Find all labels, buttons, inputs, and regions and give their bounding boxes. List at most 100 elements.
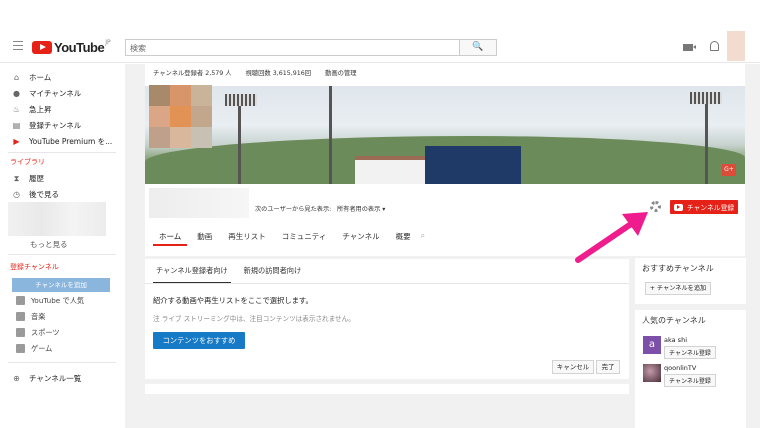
sidebar-item-trending[interactable]: ♨ 急上昇	[12, 102, 52, 116]
sidebar-item-channel-list[interactable]: ⊕ チャンネル一覧	[12, 371, 81, 385]
tab-channels[interactable]: チャンネル	[336, 230, 385, 246]
tab-videos[interactable]: 動画	[191, 230, 218, 246]
next-section-panel	[145, 384, 629, 394]
channel-search-icon[interactable]: ⌕	[421, 230, 431, 240]
banner-scoreboard	[425, 146, 521, 184]
sidebar-item-my-channel[interactable]: ● マイチャンネル	[12, 86, 81, 100]
tab-home[interactable]: ホーム	[153, 230, 188, 246]
gaming-icon	[16, 344, 25, 353]
avatar-tile	[170, 127, 191, 148]
banner-light-pole	[238, 96, 241, 184]
subscribe-label: チャンネル登録	[686, 204, 735, 212]
sidebar-item-watch-later[interactable]: ◷ 後で見る	[12, 187, 59, 201]
clock-icon: ◷	[13, 189, 20, 199]
sidebar-sub-popular[interactable]: YouTube で人気	[16, 294, 84, 307]
sidebar-item-history[interactable]: ⧗ 履歴	[12, 171, 44, 185]
avatar-tile	[170, 85, 191, 106]
manage-videos-link[interactable]: 動画の管理	[325, 68, 356, 77]
premium-icon: ▶	[13, 136, 20, 146]
add-circle-icon: ⊕	[13, 373, 20, 383]
done-button[interactable]: 完了	[596, 360, 620, 374]
notifications-bell-icon[interactable]	[710, 41, 719, 51]
subscriber-count: チャンネル登録者 2,579 人	[153, 70, 232, 77]
sidebar-item-label: 音楽	[31, 311, 46, 321]
upload-video-icon[interactable]	[683, 44, 696, 51]
search-button[interactable]: 🔍	[459, 39, 497, 56]
subscribe-button[interactable]: チャンネル登録	[670, 200, 738, 214]
banner-stadium-light	[690, 92, 722, 104]
popular-channel-name: qoonlinTV	[664, 364, 697, 372]
show-more-link[interactable]: もっと見る	[30, 239, 68, 250]
tab-returning-subscribers[interactable]: チャンネル登録者向け	[153, 266, 231, 284]
home-icon: ⌂	[13, 72, 20, 82]
channel-avatar	[643, 364, 661, 382]
popular-channel-item[interactable]: a aka shi チャンネル登録	[643, 336, 716, 359]
youtube-logo[interactable]: YouTube JP	[32, 38, 111, 55]
sidebar-item-home[interactable]: ⌂ ホーム	[12, 70, 51, 84]
sidebar-item-premium[interactable]: ▶ YouTube Premium を...	[12, 134, 112, 148]
popular-title: 人気のチャンネル	[642, 316, 706, 325]
sports-icon	[16, 328, 25, 337]
audience-tabs: チャンネル登録者向け 新規の訪問者向け	[153, 266, 314, 284]
tab-community[interactable]: コミュニティ	[276, 230, 333, 246]
add-recommended-channel-button[interactable]: + チャンネルを追加	[645, 282, 711, 295]
popular-icon	[16, 296, 25, 305]
sidebar-item-label: 後で見る	[29, 189, 59, 199]
sidebar-item-label: ゲーム	[31, 343, 53, 353]
banner-building	[355, 156, 425, 184]
channel-avatar[interactable]	[149, 85, 212, 148]
music-icon	[16, 312, 25, 321]
viewer-label: 次のユーザーから見た表示:	[255, 206, 332, 213]
avatar-tile	[149, 127, 170, 148]
browser-viewport: YouTube JP 検索 🔍 ⌂ ホーム ● マイチャンネル ♨ 急上昇 ▤ …	[0, 0, 760, 428]
banner-stadium-light	[225, 94, 257, 106]
channel-tabs: ホーム 動画 再生リスト コミュニティ チャンネル 概要 ⌕	[153, 230, 431, 246]
sidebar-item-label: 履歴	[29, 173, 44, 183]
sidebar-sub-gaming[interactable]: ゲーム	[16, 342, 52, 355]
cancel-button[interactable]: キャンセル	[552, 360, 594, 374]
youtube-play-icon	[673, 203, 683, 211]
channel-stats: チャンネル登録者 2,579 人 視聴回数 3,615,916回 動画の管理	[153, 68, 357, 77]
avatar-tile	[191, 85, 212, 106]
user-icon: ●	[13, 88, 20, 98]
sidebar-divider	[8, 152, 116, 153]
avatar-tile	[191, 106, 212, 127]
avatar-tile	[191, 127, 212, 148]
popular-subscribe-button[interactable]: チャンネル登録	[664, 346, 716, 359]
subscriptions-icon: ▤	[12, 120, 21, 130]
fire-icon: ♨	[12, 104, 21, 114]
logo-region: JP	[105, 38, 111, 46]
live-note-text: 注 ライブ ストリーミング中は、注目コンテンツは表示されません。	[153, 315, 355, 323]
annotation-arrow-icon	[575, 212, 648, 263]
channel-banner: G+	[145, 86, 745, 184]
sidebar-sub-music[interactable]: 音楽	[16, 310, 45, 323]
search-icon: 🔍	[472, 42, 484, 52]
menu-icon[interactable]	[13, 41, 23, 50]
sidebar-divider	[8, 362, 116, 363]
sidebar-item-label: チャンネル一覧	[29, 373, 82, 383]
sidebar-divider	[8, 254, 116, 255]
sidebar-item-label: YouTube で人気	[31, 295, 85, 305]
sidebar-sub-sports[interactable]: スポーツ	[16, 326, 60, 339]
sidebar-item-label: YouTube Premium を...	[29, 136, 113, 146]
sidebar-item-subscriptions[interactable]: ▤ 登録チャンネル	[12, 118, 82, 132]
popular-subscribe-button[interactable]: チャンネル登録	[664, 374, 716, 387]
banner-light-pole	[705, 94, 708, 184]
add-channel-button[interactable]: チャンネルを追加	[12, 278, 110, 292]
sidebar-item-label: 登録チャンネル	[29, 120, 82, 130]
search-input[interactable]: 検索	[125, 39, 460, 56]
feature-content-button[interactable]: コンテンツをおすすめ	[153, 332, 245, 349]
tab-about[interactable]: 概要	[390, 230, 417, 246]
account-avatar[interactable]	[727, 31, 745, 61]
tab-new-visitors[interactable]: 新規の訪問者向け	[241, 266, 305, 284]
channel-name-blurred	[149, 188, 249, 218]
popular-channel-item[interactable]: qoonlinTV チャンネル登録	[643, 364, 716, 387]
intro-text: 紹介する動画や再生リストをここで選択します。	[153, 296, 313, 305]
panel-divider	[145, 283, 629, 284]
sidebar-item-label: ホーム	[29, 72, 52, 82]
viewer-select[interactable]: 所有者用の表示 ▾	[337, 204, 385, 213]
tab-playlists[interactable]: 再生リスト	[222, 230, 272, 246]
google-plus-link[interactable]: G+	[722, 164, 736, 176]
sidebar-item-label: スポーツ	[31, 327, 60, 337]
history-icon: ⧗	[13, 173, 20, 183]
